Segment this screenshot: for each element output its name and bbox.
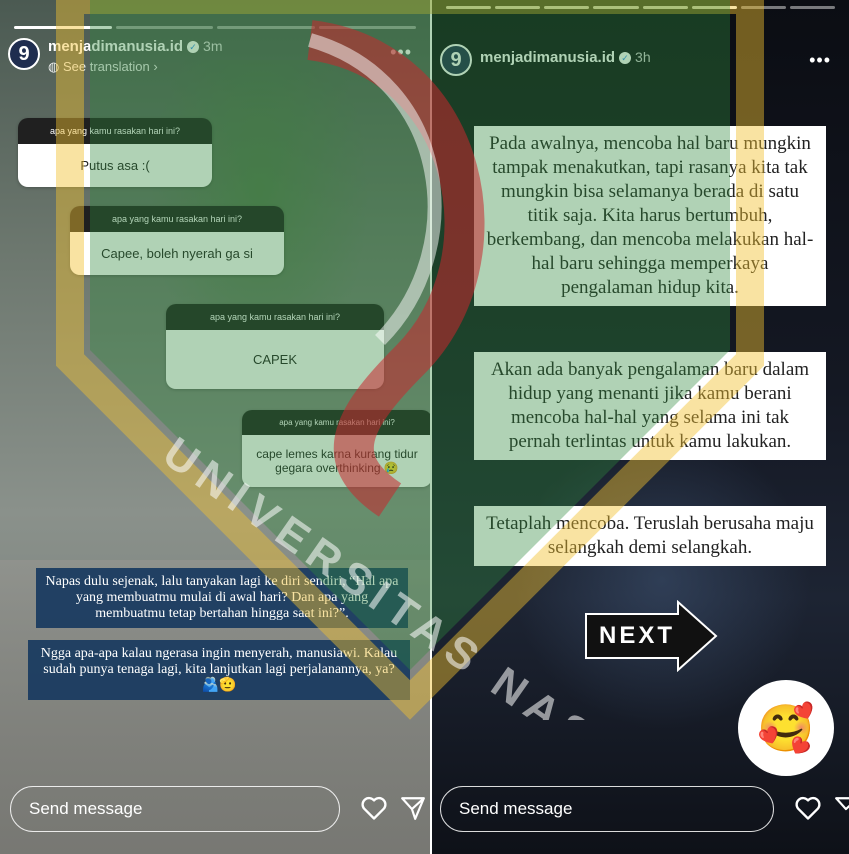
avatar[interactable]: 9	[8, 38, 40, 70]
answer-text: Putus asa :(	[18, 144, 212, 187]
question-box: apa yang kamu rasakan hari ini? Putus as…	[18, 118, 212, 187]
caption-text-1: Napas dulu sejenak, lalu tanyakan lagi k…	[36, 568, 408, 628]
more-icon[interactable]: •••	[809, 50, 831, 71]
progress-segment	[691, 6, 737, 9]
question-box: apa yang kamu rasakan hari ini? CAPEK	[166, 304, 384, 389]
story-header: 9 menjadimanusia.id ✓ 3h •••	[440, 44, 839, 84]
story-paragraph-2: Akan ada banyak pengalaman baru dalam hi…	[474, 352, 826, 460]
send-icon[interactable]	[400, 795, 426, 826]
verified-badge-icon: ✓	[187, 40, 200, 53]
avatar[interactable]: 9	[440, 44, 472, 76]
story-paragraph-3: Tetaplah mencoba. Teruslah berusaha maju…	[474, 506, 826, 566]
post-time: 3m	[203, 38, 223, 54]
more-icon[interactable]: •••	[390, 42, 412, 63]
chevron-right-icon: ›	[153, 59, 158, 74]
progress-segment	[318, 26, 416, 29]
progress-segment	[14, 26, 112, 29]
question-box: apa yang kamu rasakan hari ini? cape lem…	[242, 410, 430, 487]
question-text: apa yang kamu rasakan hari ini?	[242, 410, 430, 435]
send-message-placeholder: Send message	[459, 799, 573, 818]
answer-text: cape lemes karna kurang tidur gegara ove…	[242, 435, 430, 487]
story-header: 9 menjadimanusia.id ✓ 3m ◍ See translation…	[8, 38, 420, 78]
progress-segment	[217, 26, 315, 29]
story-paragraph-1: Pada awalnya, mencoba hal baru mungkin t…	[474, 126, 826, 306]
next-label: NEXT	[598, 622, 675, 649]
caption-text-2: Ngga apa-apa kalau ngerasa ingin menyera…	[28, 640, 410, 700]
progress-segment	[115, 26, 213, 29]
next-arrow-icon[interactable]: NEXT	[582, 599, 722, 677]
progress-segment	[789, 6, 835, 9]
progress-segment	[544, 6, 590, 9]
story-progress-bar	[14, 26, 416, 29]
progress-segment	[495, 6, 541, 9]
send-message-input[interactable]: Send message	[10, 786, 340, 832]
username[interactable]: menjadimanusia.id	[480, 49, 615, 66]
progress-segment	[740, 6, 786, 9]
verified-badge-icon: ✓	[619, 51, 632, 64]
progress-segment	[642, 6, 688, 9]
question-text: apa yang kamu rasakan hari ini?	[166, 304, 384, 330]
progress-segment	[593, 6, 639, 9]
story-right[interactable]: 9 menjadimanusia.id ✓ 3h ••• Pada awalnya,…	[432, 0, 849, 854]
heart-icon[interactable]	[794, 795, 822, 826]
see-translation-label: See translation	[62, 59, 150, 74]
question-text: apa yang kamu rasakan hari ini?	[18, 118, 212, 144]
username[interactable]: menjadimanusia.id	[48, 38, 183, 55]
reaction-sticker[interactable]: 🥰	[738, 680, 834, 776]
send-message-placeholder: Send message	[29, 799, 143, 818]
see-translation-link[interactable]: ◍ See translation ›	[48, 59, 223, 75]
answer-text: Capee, boleh nyerah ga si	[70, 232, 284, 275]
send-icon[interactable]	[834, 795, 849, 826]
story-progress-bar	[446, 6, 835, 9]
post-time: 3h	[635, 49, 651, 65]
question-box: apa yang kamu rasakan hari ini? Capee, b…	[70, 206, 284, 275]
story-left[interactable]: 9 menjadimanusia.id ✓ 3m ◍ See translation…	[0, 0, 430, 854]
progress-segment	[446, 6, 492, 9]
answer-text: CAPEK	[166, 330, 384, 389]
question-text: apa yang kamu rasakan hari ini?	[70, 206, 284, 232]
heart-icon[interactable]	[360, 795, 388, 826]
send-message-input[interactable]: Send message	[440, 786, 774, 832]
globe-icon: ◍	[48, 59, 60, 74]
